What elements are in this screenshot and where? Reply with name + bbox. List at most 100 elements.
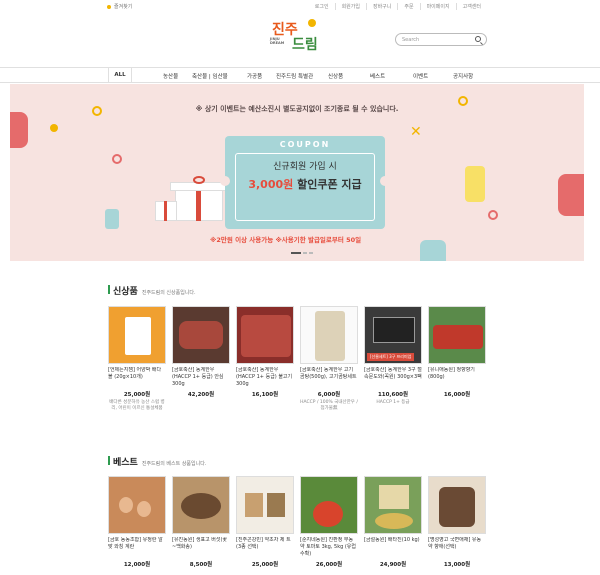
product-name[interactable]: [금호축산] 농계한우 3구 철속문도와(꼭원) 300g×3팩 (364, 367, 422, 388)
search-icon[interactable] (475, 36, 481, 42)
product-card[interactable]: [금절농원] 배타진(10 kg) 24,900원 (364, 476, 422, 568)
product-card[interactable]: [선물세트] 3구 프리미엄 [금호축산] 농계한우 3구 철속문도와(꼭원) … (364, 306, 422, 406)
coupon-line1: 신규회원 가입 시 (273, 162, 337, 172)
product-price: 13,000원 (443, 562, 471, 568)
product-card[interactable]: [금호축산] 농계한우 (HACCP 1+ 등급) 불고기 300g 16,10… (236, 306, 294, 398)
search-input[interactable]: Search (395, 33, 487, 46)
customer-center-link[interactable]: 고객센터 (455, 3, 487, 10)
pouch-shape (315, 311, 345, 361)
product-name[interactable]: [언제든지잼] 어양박 배다 볼 (20g×10개) (108, 367, 166, 388)
product-name[interactable]: [유진농원] 생표고 버섯(꽃~백화송) (172, 537, 230, 558)
top-utility-bar: 즐겨찾기 로그인 회원가입 장바구니 주문 마이페이지 고객센터 (0, 0, 600, 12)
event-banner[interactable]: ✕ ※ 상기 이벤트는 예산소진시 별도공지없이 조기종료 될 수 있습니다. … (10, 84, 584, 261)
bookmark-link[interactable]: 즐겨찾기 (107, 3, 132, 10)
nav-item-processed[interactable]: 가공품 (247, 72, 262, 80)
meat-shape (179, 321, 223, 349)
nav-item-agri[interactable]: 농산물 (163, 72, 178, 80)
product-image[interactable] (172, 476, 230, 534)
product-image[interactable] (364, 476, 422, 534)
product-card[interactable]: [유니애농원] 청향향기 (800g) 16,000원 (428, 306, 486, 398)
product-price: 16,000원 (443, 392, 471, 398)
product-price: 24,900원 (379, 562, 407, 568)
product-badge: [선물세트] 3구 프리미엄 (367, 353, 415, 361)
egg-shape (119, 497, 133, 513)
section-bar (108, 456, 110, 465)
nav-item-livestock[interactable]: 축산물 | 임산물 (192, 72, 228, 80)
product-name[interactable]: [금호축산] 농계한우 (HACCP 1+ 등급) 안심 300g (172, 367, 230, 388)
product-image[interactable] (172, 306, 230, 364)
product-card[interactable]: [진주곤강빈] 약초차 제 트(3종 선택) 25,000원 (236, 476, 294, 568)
product-card[interactable]: [언제든지잼] 어양박 배다 볼 (20g×10개) 25,000원 배다른 성… (108, 306, 166, 412)
ring-decoration-2 (112, 154, 122, 164)
product-image[interactable] (108, 306, 166, 364)
banner-pagination[interactable] (291, 252, 313, 254)
section-title: 베스트 (113, 458, 138, 468)
yellow-shape-decoration (465, 166, 485, 202)
tomato-shape (313, 501, 343, 527)
product-note: 배다른 성분하유 농산 스럽 병 리, 어린이 이르신 통설체품 (109, 400, 165, 411)
gift-ribbon (196, 189, 201, 221)
product-image[interactable] (428, 476, 486, 534)
product-image[interactable] (236, 306, 294, 364)
banner-dot[interactable] (303, 252, 307, 254)
cart-link[interactable]: 장바구니 (365, 3, 397, 10)
product-image[interactable] (300, 306, 358, 364)
section-subtitle: 진주드림의 베스트 상품입니다. (141, 461, 207, 467)
banner-dot[interactable] (309, 252, 313, 254)
product-name[interactable]: [진주곤강빈] 약초차 제 트(3종 선택) (236, 537, 294, 558)
nav-item-notice[interactable]: 공지사항 (453, 72, 473, 80)
product-price: 6,000원 (317, 392, 341, 398)
nav-item-best[interactable]: 베스트 (370, 72, 385, 80)
section-title: 신상품 (113, 287, 138, 297)
product-name[interactable]: [금절농원] 배타진(10 kg) (364, 537, 422, 558)
mushroom-shape (181, 493, 221, 519)
site-logo[interactable]: 진주 JINJU DREAM 드림 (268, 17, 328, 57)
product-name[interactable]: [금호축산] 농계한우 고기 곰탕(500g), 고기곰탕세트 (300, 367, 358, 388)
nav-item-new[interactable]: 신상품 (328, 72, 343, 80)
product-name[interactable]: [금호 동농조합] 유정란 알맞 와칭 계란 (108, 537, 166, 558)
product-card[interactable]: [금호축산] 농계한우 고기 곰탕(500g), 고기곰탕세트 6,000원 H… (300, 306, 358, 412)
product-price: 110,600원 (377, 392, 409, 398)
fruit-box-shape (433, 325, 483, 349)
nav-all[interactable]: ALL (108, 68, 132, 82)
logo-text-bottom: 드림 (292, 37, 318, 53)
product-card[interactable]: [순지네농원] 진환정 무농 약 토마토 3kg, 5kg (유럽 수확) 26… (300, 476, 358, 568)
nav-item-event[interactable]: 이벤트 (413, 72, 428, 80)
herb-shape (439, 487, 475, 527)
product-image[interactable] (108, 476, 166, 534)
star-icon (107, 4, 111, 9)
mint-shape-decoration-2 (420, 240, 446, 261)
event-notice: ※ 상기 이벤트는 예산소진시 별도공지없이 조기종료 될 수 있습니다. (195, 105, 399, 113)
section-subtitle: 진주드림의 신상품입니다. (141, 290, 196, 296)
dot-decoration (50, 124, 58, 132)
x-mark-decoration: ✕ (410, 124, 422, 140)
nav-item-special[interactable]: 진주드림 특별관 (276, 72, 313, 80)
section-bar (108, 285, 110, 294)
product-name[interactable]: [금호축산] 농계한우 (HACCP 1+ 등급) 불고기 300g (236, 367, 294, 388)
product-image[interactable] (428, 306, 486, 364)
coupon-card[interactable]: COUPON 신규회원 가입 시 3,000원 할인쿠폰 지급 (220, 136, 390, 229)
banner-dot-active[interactable] (291, 252, 301, 254)
sun-icon (308, 19, 316, 27)
product-note: HACCP / 100% 국내산한우 / 첨가물無 (300, 400, 358, 411)
product-price: 12,000원 (123, 562, 151, 568)
join-link[interactable]: 회원가입 (334, 3, 366, 10)
product-note: HACCP 1+ 등급 (376, 400, 410, 405)
product-card[interactable]: [명성영고 국면애채] 유농 약 향애(선택) 13,000원 (428, 476, 486, 568)
product-name[interactable]: [순지네농원] 진환정 무농 약 토마토 3kg, 5kg (유럽 수확) (300, 537, 358, 558)
product-card[interactable]: [유진농원] 생표고 버섯(꽃~백화송) 8,500원 (172, 476, 230, 568)
product-image[interactable] (300, 476, 358, 534)
product-name[interactable]: [명성영고 국면애채] 유농 약 향애(선택) (428, 537, 486, 558)
product-image[interactable] (236, 476, 294, 534)
product-image[interactable]: [선물세트] 3구 프리미엄 (364, 306, 422, 364)
small-gift-ribbon (164, 201, 167, 221)
product-name[interactable]: [유니애농원] 청향향기 (800g) (428, 367, 486, 388)
gift-bow (193, 176, 205, 184)
coupon-line2: 3,000원 할인쿠폰 지급 (225, 176, 385, 192)
mint-shape-decoration (105, 209, 119, 229)
product-card[interactable]: [금호축산] 농계한우 (HACCP 1+ 등급) 안심 300g 42,200… (172, 306, 230, 398)
product-card[interactable]: [금호 동농조합] 유정란 알맞 와칭 계란 12,000원 (108, 476, 166, 568)
mypage-link[interactable]: 마이페이지 (419, 3, 456, 10)
order-link[interactable]: 주문 (397, 3, 419, 10)
login-link[interactable]: 로그인 (309, 3, 335, 10)
